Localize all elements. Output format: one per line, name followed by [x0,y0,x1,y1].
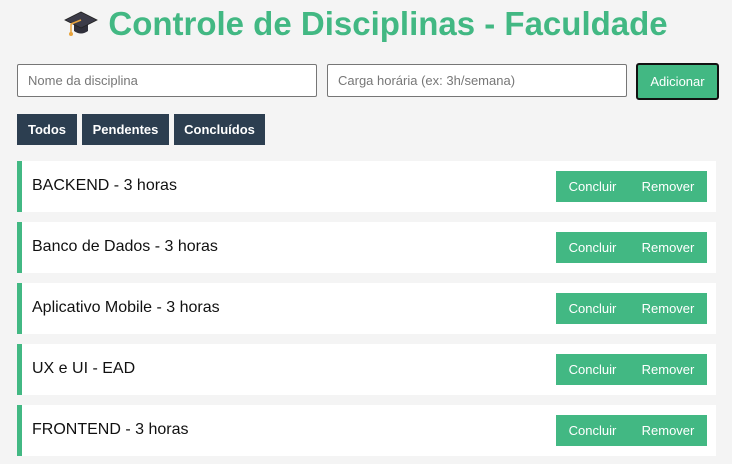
remove-button[interactable]: Remover [629,293,707,324]
remove-button[interactable]: Remover [629,415,707,446]
list-item-label: Aplicativo Mobile - 3 horas [32,299,220,316]
conclude-button[interactable]: Concluir [556,232,629,263]
item-actions: Concluir Remover [556,415,707,446]
filter-completed-button[interactable]: Concluídos [174,114,265,145]
filter-all-button[interactable]: Todos [17,114,77,145]
filter-pending-button[interactable]: Pendentes [82,114,169,145]
list-item: Banco de Dados - 3 horas Concluir Remove… [17,222,716,273]
header: Controle de Disciplinas - Faculdade [0,0,732,48]
item-actions: Concluir Remover [556,232,707,263]
page-title: Controle de Disciplinas - Faculdade [108,5,668,42]
item-actions: Concluir Remover [556,354,707,385]
list-item: FRONTEND - 3 horas Concluir Remover [17,405,716,456]
item-actions: Concluir Remover [556,171,707,202]
add-button[interactable]: Adicionar [636,63,719,100]
add-form: Adicionar [17,63,719,100]
item-actions: Concluir Remover [556,293,707,324]
conclude-button[interactable]: Concluir [556,354,629,385]
conclude-button[interactable]: Concluir [556,171,629,202]
list-item: UX e UI - EAD Concluir Remover [17,344,716,395]
graduation-cap-icon [64,7,99,41]
remove-button[interactable]: Remover [629,171,707,202]
list-item-label: UX e UI - EAD [32,360,136,377]
list-item-label: BACKEND - 3 horas [32,177,177,194]
list-item: Aplicativo Mobile - 3 horas Concluir Rem… [17,283,716,334]
conclude-button[interactable]: Concluir [556,415,629,446]
list-item-label: Banco de Dados - 3 horas [32,238,218,255]
conclude-button[interactable]: Concluir [556,293,629,324]
remove-button[interactable]: Remover [629,232,707,263]
remove-button[interactable]: Remover [629,354,707,385]
list-item: BACKEND - 3 horas Concluir Remover [17,161,716,212]
subject-name-input[interactable] [17,64,317,97]
list-item-label: FRONTEND - 3 horas [32,421,189,438]
workload-input[interactable] [327,64,627,97]
